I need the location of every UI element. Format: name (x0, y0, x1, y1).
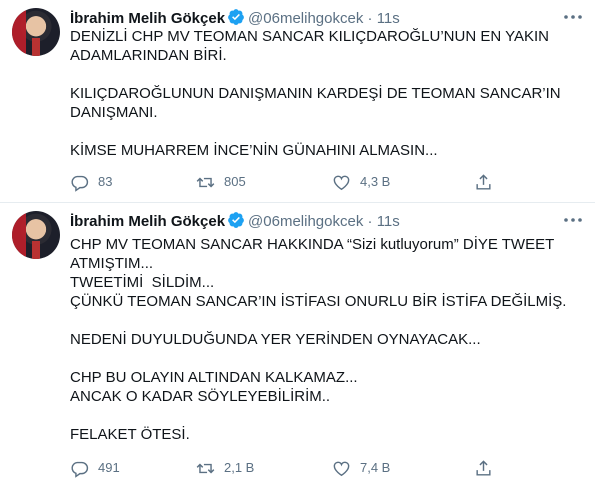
retweet-icon (196, 463, 215, 473)
author-handle[interactable]: @06melihgokcek (248, 10, 363, 27)
retweet-count: 805 (224, 174, 246, 189)
like-button[interactable]: 7,4 B (332, 458, 390, 478)
author-name[interactable]: İbrahim Melih Gökçek (70, 213, 225, 230)
reply-icon (71, 461, 89, 478)
avatar[interactable] (12, 211, 60, 259)
separator-dot: · (367, 10, 373, 27)
retweet-button[interactable]: 2,1 B (196, 458, 254, 478)
tweet-time[interactable]: 11s (377, 213, 400, 230)
verified-badge-icon (228, 9, 244, 25)
share-icon (476, 459, 491, 476)
more-horizontal-icon[interactable] (561, 211, 585, 229)
like-count: 4,3 B (360, 174, 391, 189)
share-button[interactable] (474, 458, 502, 478)
retweet-icon (196, 177, 215, 187)
tweet-actions: 83 805 4,3 B (70, 172, 510, 192)
like-button[interactable]: 4,3 B (332, 172, 390, 192)
more-horizontal-icon[interactable] (561, 8, 585, 26)
heart-icon (333, 175, 350, 190)
tweet[interactable]: İbrahim Melih Gökçek @06melihgokcek · 11s… (0, 0, 595, 203)
separator-dot: · (367, 213, 373, 230)
author-handle[interactable]: @06melihgokcek (248, 213, 363, 230)
verified-badge-icon (228, 212, 244, 228)
tweet-header: İbrahim Melih Gökçek @06melihgokcek · 11s (70, 8, 400, 28)
tweet-actions: 491 2,1 B 7,4 B (70, 458, 510, 478)
heart-icon (333, 461, 350, 476)
tweet-text: CHP MV TEOMAN SANCAR HAKKINDA “Sizi kutl… (70, 236, 567, 443)
retweet-button[interactable]: 805 (196, 172, 246, 192)
share-icon (476, 173, 491, 190)
tweet-time[interactable]: 11s (377, 10, 400, 27)
author-name[interactable]: İbrahim Melih Gökçek (70, 10, 225, 27)
reply-count: 491 (98, 460, 120, 475)
like-count: 7,4 B (360, 460, 391, 475)
share-button[interactable] (474, 172, 502, 192)
retweet-count: 2,1 B (224, 460, 255, 475)
avatar[interactable] (12, 8, 60, 56)
reply-icon (71, 175, 89, 192)
tweet-text: DENİZLİ CHP MV TEOMAN SANCAR KILIÇDAROĞL… (70, 28, 561, 159)
tweet-header: İbrahim Melih Gökçek @06melihgokcek · 11s (70, 211, 400, 231)
reply-button[interactable]: 491 (70, 458, 120, 478)
reply-button[interactable]: 83 (70, 172, 112, 192)
reply-count: 83 (98, 174, 113, 189)
